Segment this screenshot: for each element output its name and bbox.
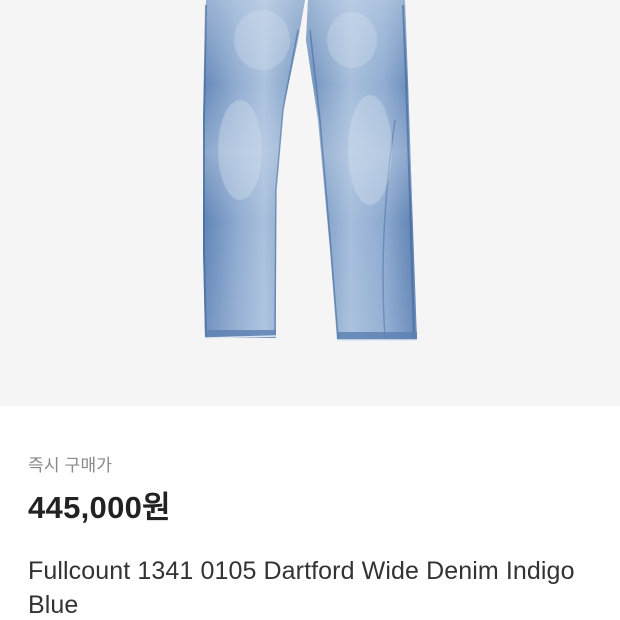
jeans-illustration: [203, 0, 417, 341]
product-detail-page: 즉시 구매가 445,000원 Fullcount 1341 0105 Dart…: [0, 0, 620, 620]
product-image[interactable]: [0, 0, 620, 406]
price-value: 445,000원: [28, 490, 171, 525]
product-title: Fullcount 1341 0105 Dartford Wide Denim …: [28, 557, 575, 619]
instant-buy-price-label: 즉시 구매가: [28, 456, 113, 475]
